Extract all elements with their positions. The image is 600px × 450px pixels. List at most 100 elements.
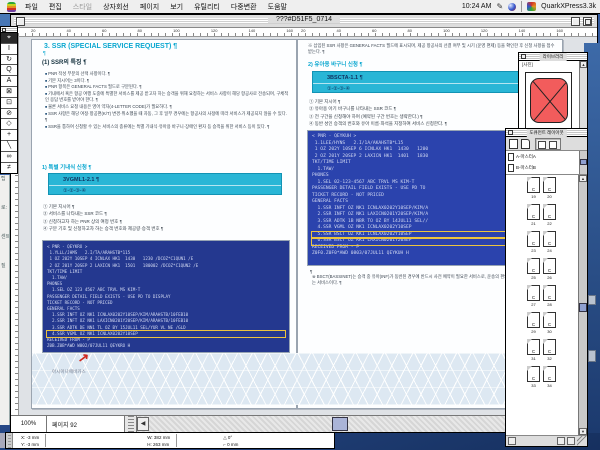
step-list: ① 기본 지시어 ¶② 서비스를 나타내는 SSR 코드 ¶③ 신청하고자 하는…	[43, 203, 163, 233]
desktop-icon[interactable]	[588, 350, 596, 362]
menu-item[interactable]: 파일	[25, 2, 38, 12]
page-icon[interactable]: C	[543, 231, 556, 247]
height-value[interactable]: H: 263 mm	[147, 441, 170, 448]
language-ball-icon[interactable]	[508, 3, 516, 11]
page-icon[interactable]: C	[527, 339, 540, 355]
scroll-up-arrow[interactable]: ▲	[579, 175, 587, 182]
page-column: C 28	[542, 285, 558, 308]
red-arrow-annotation: ↗	[77, 349, 90, 366]
tool-button[interactable]: ↻	[1, 55, 17, 66]
menu-item[interactable]: 스타일	[73, 2, 92, 12]
command-line: 3BSCTA-1.1 ¶	[313, 72, 547, 84]
tool-button[interactable]: ⊘	[1, 109, 17, 120]
ruler-number: 60	[372, 28, 376, 34]
page-icon[interactable]: C	[543, 177, 556, 193]
tool-button[interactable]: ◇	[1, 119, 17, 130]
section-heading: (1) SSR의 특징 ¶	[42, 57, 87, 66]
master-list-scrollbar[interactable]	[579, 151, 587, 174]
tool-button[interactable]: ⊡	[1, 98, 17, 109]
input-method-icon[interactable]: ✎	[496, 3, 503, 11]
page-popup-button[interactable]	[125, 416, 137, 432]
width-value[interactable]: W: 382 mm	[147, 434, 170, 441]
master-page-item[interactable]: A-마스터A	[506, 151, 587, 162]
tool-button[interactable]: ⌖	[1, 33, 17, 44]
picture-box-thumbnail[interactable]	[530, 78, 568, 123]
tool-button[interactable]: I	[1, 44, 17, 55]
tool-button[interactable]: Q	[1, 65, 17, 76]
corner-radius-value[interactable]: 0 mm	[227, 442, 238, 447]
page-icon[interactable]: C	[543, 312, 556, 328]
page-icon[interactable]: C	[543, 339, 556, 355]
menu-item[interactable]: 다중변환	[231, 2, 257, 12]
page-area-scrollbar[interactable]: ▲ ▼	[578, 175, 587, 435]
window-close-box[interactable]	[16, 17, 25, 26]
desktop-icon[interactable]	[588, 295, 596, 305]
scroll-thumb[interactable]	[579, 303, 587, 312]
page-column: C 30	[542, 312, 558, 335]
page-indicator-field[interactable]: 페이지 92	[47, 416, 125, 432]
tool-button[interactable]: ⊠	[1, 87, 17, 98]
palette-option-button[interactable]	[567, 437, 575, 445]
active-app-name[interactable]: QuarkXPress3.3k	[541, 3, 596, 10]
master-page-item[interactable]: B-마스터B	[506, 162, 587, 173]
page-icon[interactable]: C	[543, 258, 556, 274]
page-icon[interactable]: C	[527, 177, 540, 193]
palette-close-box[interactable]	[521, 54, 526, 59]
page-column: C 31	[526, 339, 542, 362]
palette-title-bar[interactable]	[1, 27, 17, 33]
size-cell[interactable]: W: 382 mm H: 263 mm	[141, 433, 176, 448]
horizontal-scroll-thumb[interactable]	[332, 417, 348, 431]
window-title-bar[interactable]: ???#D51F5_0714	[11, 15, 597, 28]
page-icon[interactable]: C	[527, 258, 540, 274]
palette-close-box[interactable]	[508, 130, 513, 135]
menu-item[interactable]: 유틸리티	[194, 2, 220, 12]
blank-page-template-icon[interactable]	[509, 139, 518, 149]
menu-item[interactable]: 페이지	[140, 2, 159, 12]
window-collapse-box[interactable]	[571, 17, 580, 26]
rotation-value[interactable]: 0°	[228, 435, 232, 440]
palette-resize-grip[interactable]	[577, 436, 587, 446]
palette-option-button[interactable]	[508, 437, 516, 445]
ruler-number: 120	[481, 28, 488, 34]
scroll-thumb[interactable]	[580, 159, 587, 165]
x-position-value[interactable]: X: -3 mm	[21, 434, 39, 441]
page-icon[interactable]: C	[543, 366, 556, 382]
bullet-list: PNR 작성 부분의 선택 사항이다. ¶기본 지시어는 3이다. ¶PNR 항…	[45, 71, 289, 130]
scroll-down-arrow[interactable]: ▼	[579, 428, 587, 435]
page-icon[interactable]: C	[527, 285, 540, 301]
scroll-up-arrow[interactable]: ▲	[580, 61, 587, 68]
tool-button[interactable]: A	[1, 76, 17, 87]
palette-option-button[interactable]	[557, 437, 565, 445]
library-item-cell[interactable]	[525, 72, 572, 129]
master-template-icon[interactable]	[538, 141, 546, 149]
app-switcher-icon[interactable]	[527, 2, 536, 11]
master-template-icon[interactable]	[549, 141, 557, 149]
menu-item[interactable]: 상자회선	[103, 2, 129, 12]
menu-item[interactable]: 보기	[170, 2, 183, 12]
angle-cell[interactable]: △ 0° ⌐ 0 mm	[217, 433, 244, 448]
page-icon[interactable]: C	[543, 285, 556, 301]
palette-title-bar[interactable]: 라이브러리	[519, 53, 587, 61]
menu-item[interactable]: 도움말	[268, 2, 287, 12]
zoom-level-field[interactable]: 100%	[11, 416, 47, 432]
page-icon[interactable]: C	[543, 204, 556, 220]
tool-button[interactable]: +	[1, 130, 17, 141]
page-icon[interactable]: C	[527, 204, 540, 220]
window-zoom-box[interactable]	[583, 17, 592, 26]
menu-item[interactable]: 편집	[49, 2, 62, 12]
tool-button[interactable]: ╲	[1, 141, 17, 152]
apple-menu-icon[interactable]	[7, 2, 16, 12]
position-cell[interactable]: X: -3 mm Y: -3 mm	[15, 433, 45, 448]
tool-button[interactable]: ≠	[1, 163, 17, 174]
facing-page-template-icon[interactable]	[521, 139, 530, 149]
page-icon[interactable]: C	[527, 231, 540, 247]
scroll-left-arrow[interactable]: ◀	[137, 417, 149, 431]
y-position-value[interactable]: Y: -3 mm	[21, 441, 39, 448]
page-icon[interactable]: C	[527, 312, 540, 328]
tool-button[interactable]: ∞	[1, 152, 17, 163]
palette-title-bar[interactable]: 도큐먼트 레이아웃	[506, 129, 587, 137]
master-letter: C	[532, 349, 535, 354]
palette-drag-handle[interactable]	[6, 433, 13, 448]
page-icon[interactable]: C	[527, 366, 540, 382]
palette-close-box[interactable]	[2, 28, 6, 32]
